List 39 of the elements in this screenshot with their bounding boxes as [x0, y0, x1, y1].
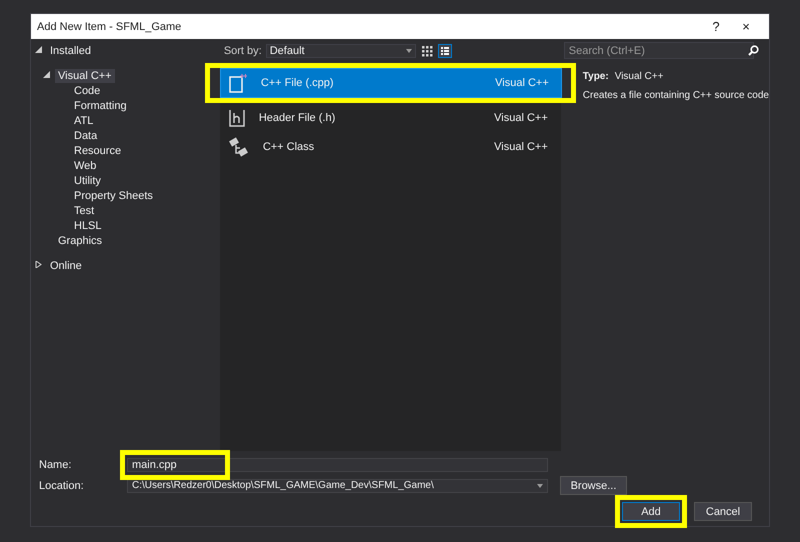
tree-item[interactable]: Installed — [47, 44, 94, 58]
template-description: Creates a file containing C++ source code — [582, 90, 769, 101]
template-name: C++ Class — [262, 140, 316, 152]
template-name: C++ File (.cpp) — [260, 77, 335, 89]
tree-item[interactable]: HLSL — [71, 218, 105, 232]
template-row[interactable]: C++ Class Visual C++ — [220, 132, 561, 161]
location-label: Location: — [39, 480, 85, 492]
tree-item[interactable]: Resource — [71, 144, 124, 158]
tree-item[interactable]: Data — [71, 128, 100, 142]
template-row[interactable]: C++ File (.cpp) Visual C++ — [220, 68, 562, 98]
name-label: Name: — [39, 459, 72, 471]
tree-item[interactable]: Visual C++ — [55, 68, 115, 82]
sort-dropdown[interactable]: Default — [266, 44, 416, 58]
location-dropdown[interactable]: C:\Users\Redzer0\Desktop\SFML_GAME\Game_Dev\SFML_Game\ — [127, 478, 548, 492]
template-category: Visual C++ — [495, 77, 549, 89]
close-button[interactable]: × — [731, 18, 761, 35]
tree-item[interactable]: Property Sheets — [71, 188, 156, 202]
window-title: Add New Item - SFML_Game — [37, 20, 182, 32]
template-row[interactable]: Header File (.h) Visual C++ — [220, 103, 561, 132]
sort-label: Sort by: — [224, 45, 262, 57]
template-category: Visual C++ — [494, 140, 548, 152]
browse-button[interactable]: Browse... — [560, 476, 627, 495]
tree-item[interactable]: Web — [71, 158, 100, 172]
tree-item[interactable]: Utility — [71, 174, 104, 188]
name-field[interactable]: main.cpp — [127, 458, 548, 472]
tree-item[interactable]: Online — [47, 258, 85, 272]
tree-item[interactable]: Test — [71, 204, 98, 218]
tree-item[interactable]: ATL — [71, 114, 96, 128]
search-field[interactable]: Search (Ctrl+E) — [564, 42, 754, 59]
tree-item[interactable]: Formatting — [71, 98, 130, 112]
template-category: Visual C++ — [494, 112, 548, 124]
tree-item[interactable]: Code — [71, 84, 104, 98]
tree-item[interactable]: Graphics — [55, 234, 106, 248]
help-button[interactable]: ? — [701, 18, 731, 35]
type-value: Visual C++ — [614, 71, 664, 82]
cancel-button[interactable]: Cancel — [694, 502, 752, 521]
template-name: Header File (.h) — [258, 112, 336, 124]
type-label: Type: — [582, 71, 609, 82]
add-button[interactable]: Add — [622, 502, 680, 521]
